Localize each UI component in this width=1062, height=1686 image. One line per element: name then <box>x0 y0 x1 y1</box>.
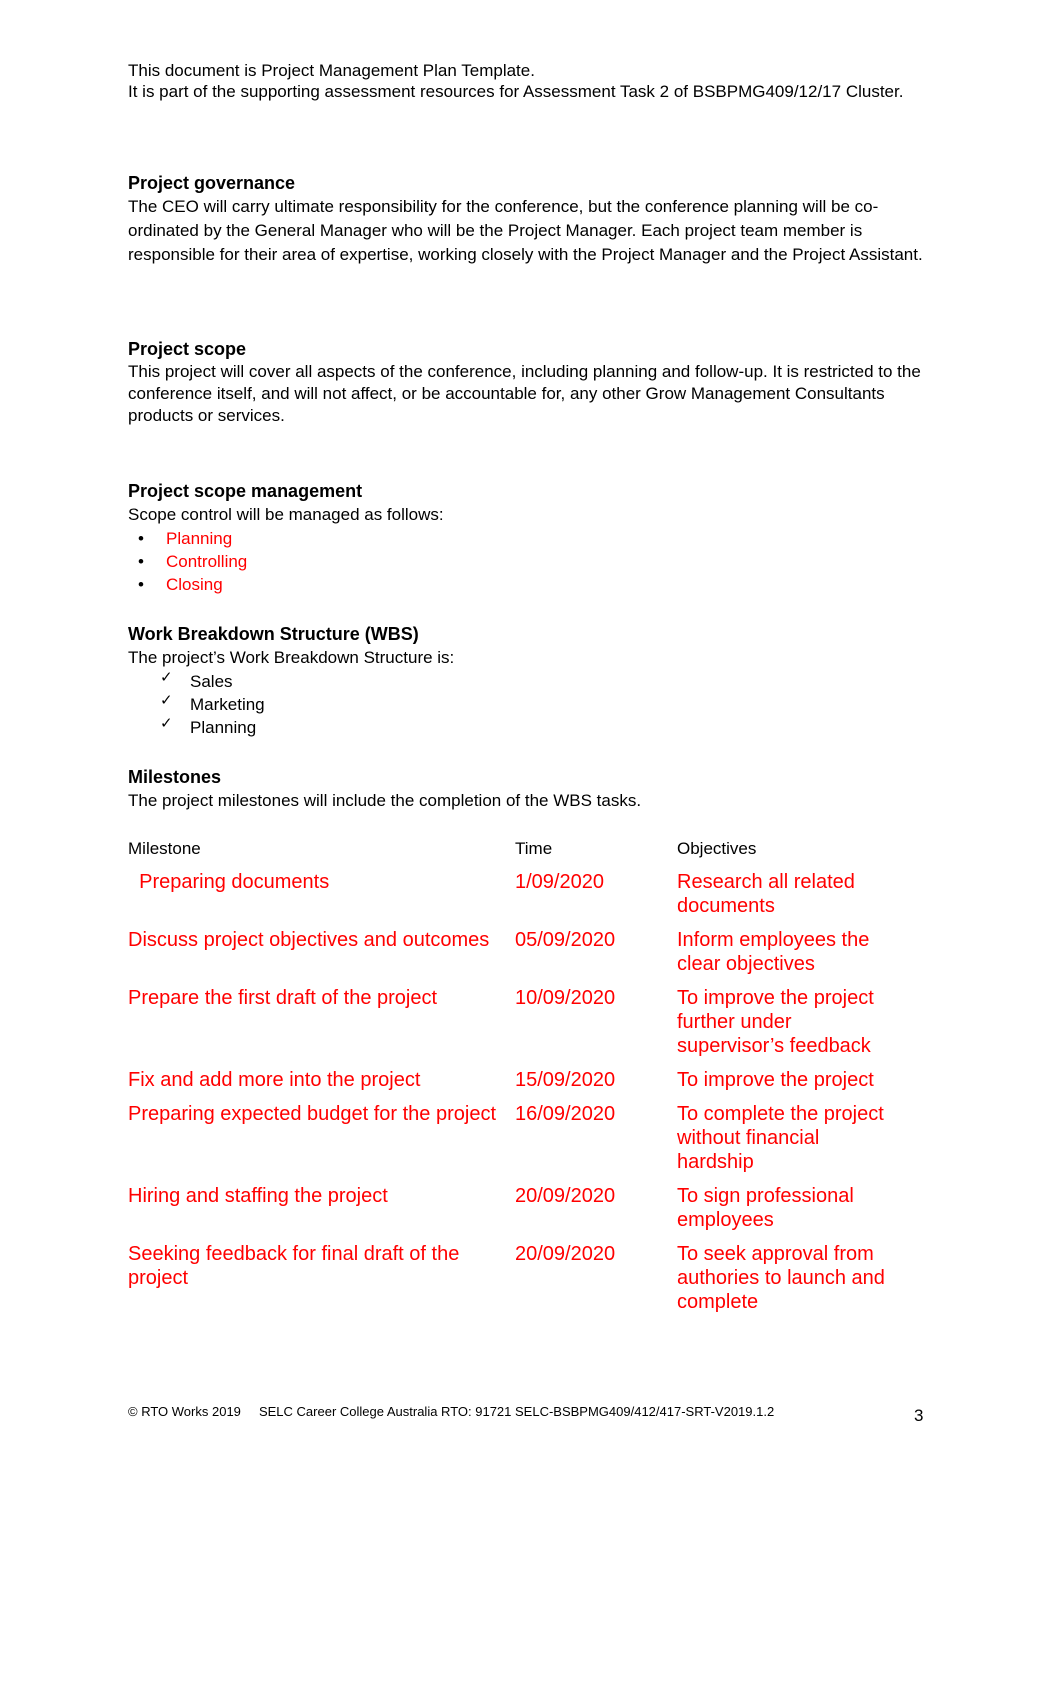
wbs-section: Work Breakdown Structure (WBS) The proje… <box>128 622 948 739</box>
table-row: Preparing documents 1/09/2020 Research a… <box>128 870 898 928</box>
wbs-intro: The project’s Work Breakdown Structure i… <box>128 648 455 667</box>
bullet-icon: • <box>138 575 144 594</box>
milestone-cell: Seeking feedback for final draft of the … <box>128 1243 460 1289</box>
list-item: • Controlling <box>138 552 248 571</box>
scope-section: Project scope This project will cover al… <box>128 337 948 427</box>
wbs-heading: Work Breakdown Structure (WBS) <box>128 624 419 644</box>
milestone-cell: Preparing expected budget for the projec… <box>128 1103 497 1125</box>
objective-cell: Research all related documents <box>677 871 855 917</box>
scope-management-heading: Project scope management <box>128 481 363 501</box>
objective-cell: To improve the project further under sup… <box>677 987 874 1057</box>
milestones-heading: Milestones <box>128 767 222 787</box>
checkmark-icon: ✓ <box>160 715 173 732</box>
list-item: • Closing <box>138 575 223 594</box>
scope-heading: Project scope <box>128 339 247 359</box>
time-cell: 16/09/2020 <box>515 1103 616 1125</box>
table-row: Fix and add more into the project 15/09/… <box>128 1068 898 1102</box>
column-header-milestone: Milestone <box>128 839 201 858</box>
list-item: • Planning <box>138 529 233 548</box>
scope-control-list: • Planning • Controlling • Closing <box>128 527 948 596</box>
checkmark-icon: ✓ <box>160 669 173 686</box>
time-cell: 05/09/2020 <box>515 929 616 951</box>
table-row: Hiring and staffing the project 20/09/20… <box>128 1184 898 1242</box>
column-header-objectives: Objectives <box>677 839 757 858</box>
milestones-intro: The project milestones will include the … <box>128 791 642 810</box>
checkmark-icon: ✓ <box>160 692 173 709</box>
table-header-row: Milestone Time Objectives <box>128 838 898 870</box>
objective-cell: To seek approval from authories to launc… <box>677 1243 885 1313</box>
milestone-cell: Preparing documents <box>128 871 330 893</box>
milestone-cell: Prepare the first draft of the project <box>128 987 438 1009</box>
time-cell: 20/09/2020 <box>515 1185 616 1207</box>
intro-line-2: It is part of the supporting assessment … <box>128 82 904 101</box>
column-header-time: Time <box>515 839 553 858</box>
governance-section: Project governance The CEO will carry ul… <box>128 171 948 267</box>
page-number: 3 <box>914 1406 924 1425</box>
footer-text: © RTO Works 2019 SELC Career College Aus… <box>128 1404 775 1419</box>
milestones-table: Milestone Time Objectives Preparing docu… <box>128 838 898 1324</box>
bullet-icon: • <box>138 529 144 548</box>
list-item: ✓ Marketing <box>128 692 948 716</box>
wbs-list: ✓ Sales ✓ Marketing ✓ Planning <box>128 669 948 739</box>
scope-body: This project will cover all aspects of t… <box>128 362 921 425</box>
bullet-icon: • <box>138 552 144 571</box>
intro: This document is Project Management Plan… <box>128 60 903 102</box>
scope-management-section: Project scope management Scope control w… <box>128 479 948 596</box>
table-row: Seeking feedback for final draft of the … <box>128 1242 898 1324</box>
page-footer: © RTO Works 2019 SELC Career College Aus… <box>128 1404 948 1425</box>
milestone-cell: Hiring and staffing the project <box>128 1185 388 1207</box>
intro-line-1: This document is Project Management Plan… <box>128 61 535 80</box>
milestone-cell: Fix and add more into the project <box>128 1069 421 1091</box>
governance-body: The CEO will carry ultimate responsibili… <box>128 197 923 264</box>
milestone-cell: Discuss project objectives and outcomes <box>128 929 490 951</box>
time-cell: 1/09/2020 <box>515 871 604 893</box>
list-item: ✓ Planning <box>128 715 948 739</box>
scope-management-intro: Scope control will be managed as follows… <box>128 505 444 524</box>
list-item: ✓ Sales <box>128 669 948 693</box>
objective-cell: Inform employees the clear objectives <box>677 929 870 975</box>
table-row: Discuss project objectives and outcomes … <box>128 928 898 986</box>
milestones-section: Milestones The project milestones will i… <box>128 765 948 813</box>
objective-cell: To improve the project <box>677 1069 874 1091</box>
time-cell: 20/09/2020 <box>515 1243 616 1265</box>
table-row: Prepare the first draft of the project 1… <box>128 986 898 1068</box>
time-cell: 15/09/2020 <box>515 1069 616 1091</box>
objective-cell: To sign professional employees <box>677 1185 854 1231</box>
governance-heading: Project governance <box>128 173 296 193</box>
table-row: Preparing expected budget for the projec… <box>128 1102 898 1184</box>
objective-cell: To complete the project without financia… <box>677 1103 884 1173</box>
time-cell: 10/09/2020 <box>515 987 616 1009</box>
